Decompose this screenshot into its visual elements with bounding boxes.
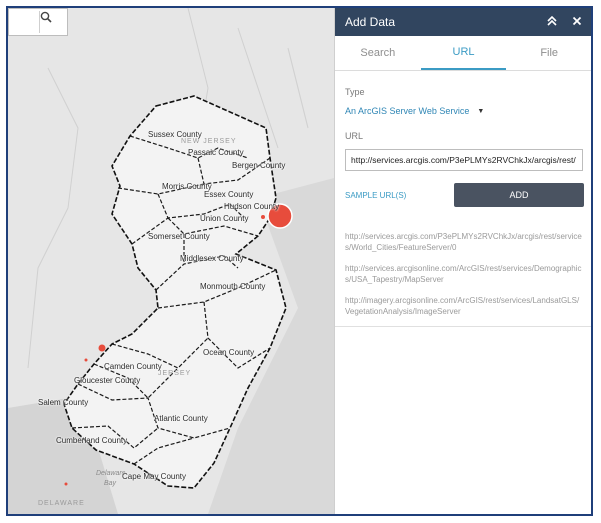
county-label: Camden County: [104, 362, 162, 371]
county-label: Monmouth County: [200, 282, 266, 291]
map-search-box[interactable]: [8, 8, 68, 36]
map-marker-dot[interactable]: [84, 358, 88, 362]
county-label: Atlantic County: [154, 414, 208, 423]
county-label: Sussex County: [148, 130, 202, 139]
app-frame: NEW JERSEY JERSEY DELAWARE Delaware Bay …: [6, 6, 593, 516]
county-label: Hudson County: [224, 202, 280, 211]
county-label: Essex County: [204, 190, 254, 199]
close-icon[interactable]: [572, 15, 582, 29]
tab-url[interactable]: URL: [420, 36, 507, 70]
county-label: Cape May County: [122, 472, 187, 481]
county-label: Passaic County: [188, 148, 244, 157]
panel-header: Add Data: [335, 8, 591, 36]
map-marker-dot[interactable]: [261, 215, 265, 219]
county-label: Cumberland County: [56, 436, 128, 445]
type-dropdown-value: An ArcGIS Server Web Service: [345, 106, 470, 116]
panel-tabs: Search URL File: [335, 36, 591, 71]
map-view[interactable]: NEW JERSEY JERSEY DELAWARE Delaware Bay …: [8, 8, 334, 514]
type-dropdown[interactable]: An ArcGIS Server Web Service ▼: [345, 106, 484, 116]
add-button[interactable]: ADD: [454, 183, 584, 207]
map-marker-dot[interactable]: [64, 482, 68, 486]
type-label: Type: [345, 87, 365, 97]
county-label: Gloucester County: [74, 376, 141, 385]
county-label: Middlesex County: [180, 254, 244, 263]
water-label-bay: Bay: [104, 480, 117, 487]
sample-url-list: http://services.arcgis.com/P3ePLMYs2RVCh…: [345, 231, 584, 317]
county-label: Bergen County: [232, 161, 286, 170]
state-label-delaware: DELAWARE: [38, 500, 85, 507]
state-label-nj: NEW JERSEY: [181, 138, 237, 145]
search-button[interactable]: [39, 11, 64, 33]
double-chevron-up-icon[interactable]: [546, 15, 558, 29]
caret-down-icon: ▼: [477, 107, 485, 115]
county-label: Union County: [200, 214, 249, 223]
map-marker-small[interactable]: [98, 344, 106, 352]
url-label: URL: [345, 131, 364, 141]
action-row: SAMPLE URL(S) ADD: [345, 183, 584, 207]
url-tab-content: Type An ArcGIS Server Web Service ▼ URL …: [335, 71, 591, 317]
search-icon: [40, 11, 52, 23]
tab-search[interactable]: Search: [335, 36, 421, 70]
state-label-nj-south: JERSEY: [158, 370, 192, 377]
sample-url-item[interactable]: http://imagery.arcgisonline.com/ArcGIS/r…: [345, 295, 584, 317]
add-data-panel: Add Data Search URL File Type An ArcGIS …: [334, 8, 591, 514]
county-label: Somerset County: [148, 232, 210, 241]
sample-url-item[interactable]: http://services.arcgis.com/P3ePLMYs2RVCh…: [345, 231, 584, 253]
sample-urls-link[interactable]: SAMPLE URL(S): [345, 191, 454, 200]
county-label: Salem County: [38, 398, 89, 407]
url-input[interactable]: [345, 149, 583, 171]
sample-url-item[interactable]: http://services.arcgisonline.com/ArcGIS/…: [345, 263, 584, 285]
panel-title: Add Data: [345, 15, 396, 29]
panel-divider: [335, 326, 591, 327]
tab-file[interactable]: File: [506, 36, 591, 70]
map-search-input[interactable]: [11, 11, 41, 35]
county-label: Ocean County: [203, 348, 255, 357]
